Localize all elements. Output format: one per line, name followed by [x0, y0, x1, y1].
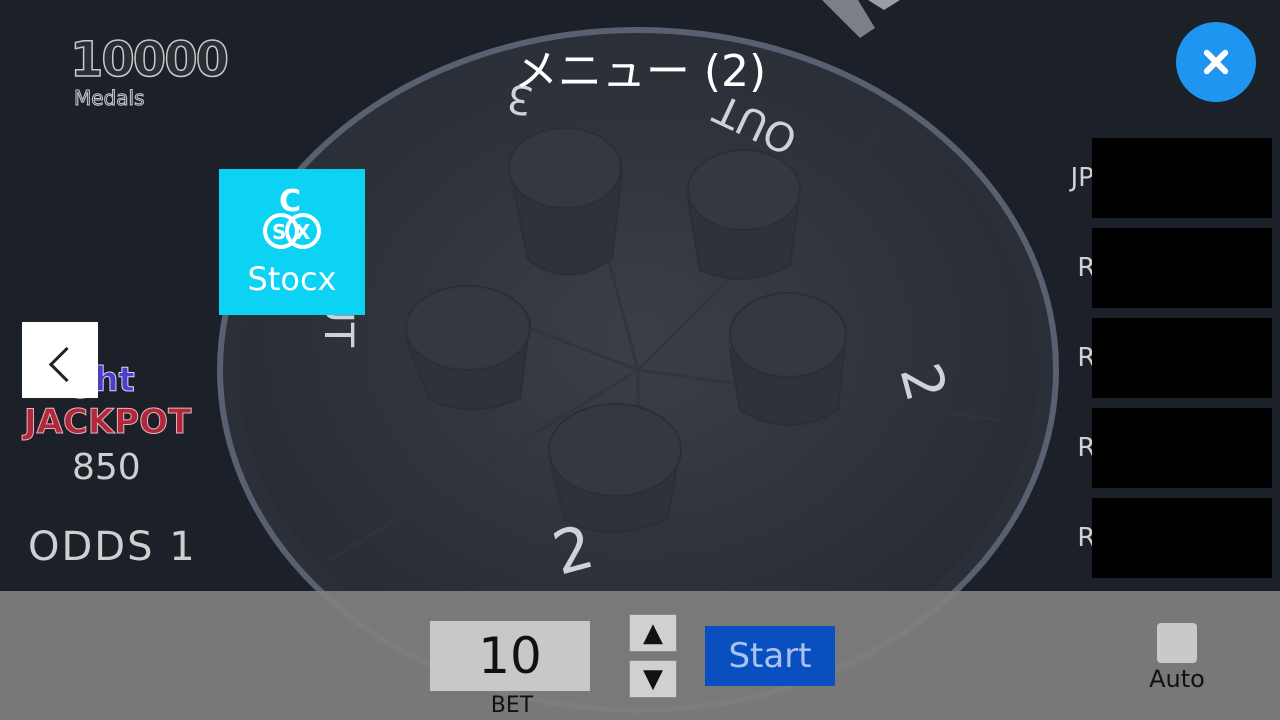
rank-row-jpc: JPC	[1030, 138, 1280, 218]
triangle-up-icon: ▲	[643, 618, 663, 648]
rank-display	[1092, 228, 1272, 308]
game-scene: OUT OUT 3 2 2 10000 Medals メニュー (2) C S …	[0, 0, 1280, 720]
page-title: メニュー (2)	[513, 46, 767, 97]
stocx-label: Stocx	[247, 260, 337, 298]
auto-toggle[interactable]	[1157, 623, 1197, 663]
auto-label: Auto	[1149, 665, 1205, 693]
stocx-icon-letter-x: X	[295, 220, 311, 244]
pointer-fragment-2	[868, 0, 900, 10]
peg-5-top	[548, 403, 682, 497]
rank-display	[1092, 408, 1272, 488]
rank-row-r3: R3	[1030, 318, 1280, 398]
close-button[interactable]	[1176, 22, 1256, 102]
stocx-button[interactable]: C S X Stocx	[219, 169, 365, 315]
back-button[interactable]	[22, 322, 98, 398]
start-button[interactable]: Start	[705, 626, 835, 686]
odds-label: ODDS 1	[28, 524, 197, 570]
rank-row-r4: R4	[1030, 228, 1280, 308]
peg-1-top	[508, 127, 622, 209]
bet-value-field[interactable]: 10	[430, 621, 590, 691]
rank-panel: JPC R4 R3 R2 R1	[1030, 138, 1280, 588]
stocx-logo-icon: C S X	[263, 184, 321, 249]
bottom-control-bar	[0, 591, 1280, 720]
pointer-fragment	[822, 0, 875, 38]
stocx-icon-letter-s: S	[272, 220, 286, 244]
peg-3-top	[405, 285, 531, 371]
rank-row-r2: R2	[1030, 408, 1280, 488]
jackpot-title: JACKPOT	[23, 402, 192, 443]
peg-4-top	[729, 292, 847, 378]
bet-increase-button[interactable]: ▲	[629, 614, 677, 652]
bet-decrease-button[interactable]: ▼	[629, 660, 677, 698]
rank-display	[1092, 138, 1272, 218]
rank-display	[1092, 318, 1272, 398]
rank-display	[1092, 498, 1272, 578]
triangle-down-icon: ▼	[643, 664, 663, 694]
jackpot-value: 850	[72, 447, 141, 488]
chevron-left-icon	[48, 346, 85, 383]
bet-label: BET	[490, 693, 534, 718]
rank-row-r1: R1	[1030, 498, 1280, 578]
